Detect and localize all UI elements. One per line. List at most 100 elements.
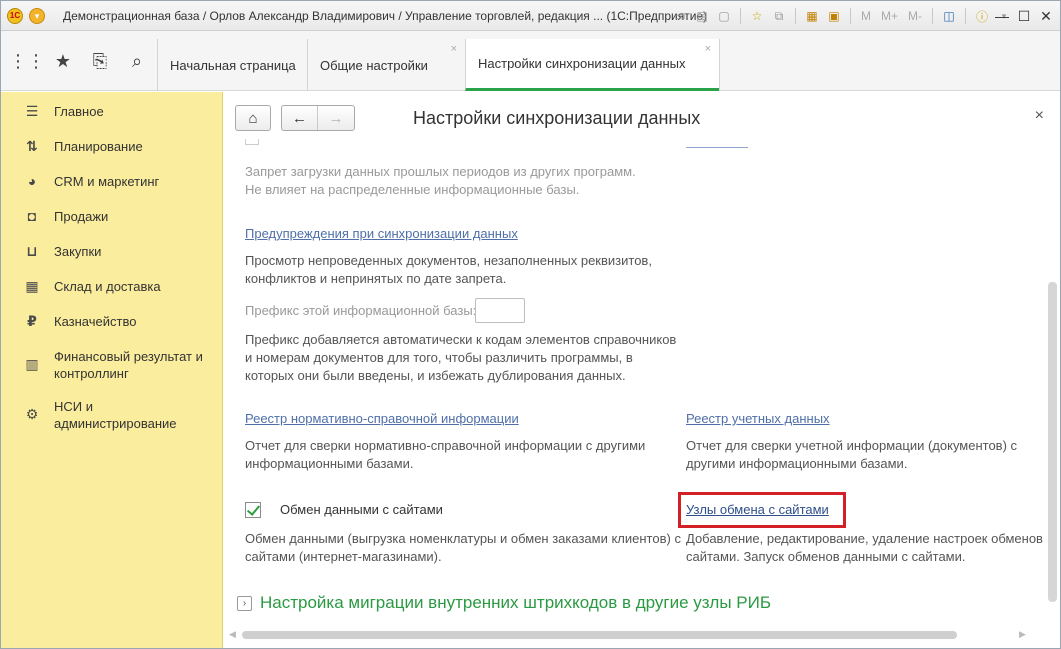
warnings-description: Просмотр непроведенных документов, незап… <box>245 253 652 286</box>
sidebar-item-label: Закупки <box>54 244 102 259</box>
form-panel: ⌂ ← → Настройки синхронизации данных × З… <box>224 92 1060 648</box>
close-tab-icon[interactable]: × <box>451 43 457 55</box>
sales-bag-icon: ◘ <box>27 208 37 224</box>
cut-off-row <box>245 139 259 145</box>
toolbar-divider <box>850 8 851 24</box>
sidebar-item-label: Планирование <box>54 139 143 154</box>
vertical-scrollbar[interactable] <box>1048 282 1057 602</box>
sidebar-item-purchases[interactable]: ⊔ Закупки <box>1 242 223 266</box>
toolbar-divider <box>932 8 934 24</box>
panel-layout-icon[interactable]: ◫ <box>940 7 958 25</box>
prefix-description: Префикс добавляется автоматически к кода… <box>245 332 677 383</box>
apps-grid-icon[interactable]: ⋮⋮ <box>9 31 45 91</box>
toolbar-divider <box>740 8 741 24</box>
history-nav: ← → <box>281 105 355 131</box>
sidebar-item-label: Склад и доставка <box>54 279 161 294</box>
tab-label: Настройки синхронизации данных <box>478 56 686 71</box>
sidebar-item-treasury[interactable]: ₽ Казначейство <box>1 312 223 336</box>
sidebar-item-planning[interactable]: ⇅ Планирование <box>1 137 223 161</box>
save-icon[interactable]: ▭ <box>671 7 689 25</box>
warehouse-icon: ▦ <box>25 277 39 294</box>
warnings-link[interactable]: Предупреждения при синхронизации данных <box>245 226 518 241</box>
sidebar-item-label: Главное <box>54 104 104 119</box>
sidebar-item-label: CRM и маркетинг <box>54 174 160 189</box>
toolbar-divider <box>795 8 796 24</box>
prefix-input[interactable] <box>475 298 525 323</box>
prefix-label: Префикс этой информационной базы: <box>245 303 477 318</box>
sidebar-item-label: Продажи <box>54 209 109 224</box>
site-exchange-description: Обмен данными (выгрузка номенклатуры и о… <box>245 531 681 564</box>
registry-accounting-description: Отчет для сверки учетной информации (док… <box>686 438 1018 471</box>
sections-bar: ⋮⋮ ★ ⎘ ⌕ Начальная страница Общие настро… <box>1 31 1060 91</box>
cut-off-link <box>686 147 748 148</box>
sidebar-item-label: Казначейство <box>54 314 137 329</box>
expand-icon[interactable]: › <box>237 596 252 611</box>
page-title: Настройки синхронизации данных <box>413 108 701 128</box>
horizontal-scrollbar[interactable] <box>242 631 957 639</box>
site-exchange-checkbox[interactable] <box>245 502 261 518</box>
tab-general-settings[interactable]: Общие настройки × <box>307 39 465 91</box>
tab-divider <box>719 39 720 91</box>
site-nodes-link[interactable]: Узлы обмена с сайтами <box>686 502 829 517</box>
calendar-icon[interactable]: ▣ <box>825 7 843 25</box>
tab-label: Начальная страница <box>170 57 296 73</box>
sidebar-item-label: НСИ и администрирование <box>54 399 177 431</box>
print-icon[interactable]: ▤ <box>693 7 711 25</box>
site-exchange-label[interactable]: Обмен данными с сайтами <box>280 502 443 517</box>
sidebar-item-main[interactable]: ☰ Главное <box>1 102 223 126</box>
maximize-icon[interactable]: ☐ <box>1013 6 1035 26</box>
memory-subtract-button[interactable]: M- <box>905 7 925 25</box>
star-icon[interactable]: ★ <box>45 31 81 91</box>
home-icon: ⌂ <box>248 109 258 127</box>
close-tab-icon[interactable]: × <box>705 43 711 55</box>
chart-icon: ▥ <box>25 355 39 372</box>
migration-group-title[interactable]: Настройка миграции внутренних штрихкодов… <box>260 593 771 613</box>
sidebar-item-crm[interactable]: ◕ CRM и маркетинг <box>1 172 223 196</box>
minimize-icon[interactable]: — <box>991 6 1013 26</box>
registry-nsi-description: Отчет для сверки нормативно-справочной и… <box>245 438 646 471</box>
ruble-icon: ₽ <box>27 312 37 329</box>
memory-add-button[interactable]: M+ <box>878 7 901 25</box>
form-navigation: ⌂ ← → <box>235 105 355 131</box>
main-menu-icon[interactable]: ▾ <box>29 8 45 24</box>
home-button[interactable]: ⌂ <box>235 105 271 131</box>
tab-sync-settings[interactable]: Настройки синхронизации данных × <box>465 39 719 91</box>
menu-icon: ☰ <box>25 102 39 119</box>
info-icon[interactable]: ⓘ <box>973 7 991 25</box>
crm-icon: ◕ <box>27 173 37 189</box>
sidebar-item-warehouse[interactable]: ▦ Склад и доставка <box>1 277 223 301</box>
title-toolbar: ▭ ▤ ▢ ☆ ⧉ ▦ ▣ M M+ M- ◫ ⓘ ▾ <box>671 6 1013 26</box>
calculator-icon[interactable]: ▦ <box>803 7 821 25</box>
tab-label: Общие настройки <box>320 57 428 73</box>
app-logo-icon[interactable]: 1C <box>7 8 23 24</box>
registry-accounting-link[interactable]: Реестр учетных данных <box>686 411 830 426</box>
back-arrow-icon[interactable]: ← <box>282 106 318 130</box>
window-title: Демонстрационная база / Орлов Александр … <box>63 9 708 23</box>
tab-home[interactable]: Начальная страница <box>157 39 307 91</box>
scroll-right-icon[interactable]: ▶ <box>1019 629 1026 640</box>
sidebar-item-sales[interactable]: ◘ Продажи <box>1 207 223 231</box>
sidebar: ☰ Главное ⇅ Планирование ◕ CRM и маркети… <box>1 92 223 648</box>
form-content: Запрет загрузки данных прошлых периодов … <box>224 139 1044 629</box>
favorites-add-icon[interactable]: ☆ <box>748 7 766 25</box>
title-bar: 1C ▾ Демонстрационная база / Орлов Алекс… <box>1 1 1060 31</box>
toolbar-divider <box>965 8 967 24</box>
sidebar-item-label: Финансовый результат и контроллинг <box>54 349 203 381</box>
history-icon[interactable]: ⎘ <box>82 31 118 91</box>
ban-description: Запрет загрузки данных прошлых периодов … <box>245 164 636 197</box>
sidebar-item-admin[interactable]: ⚙ НСИ и администрирование <box>1 397 223 437</box>
planning-icon: ⇅ <box>26 137 38 154</box>
registry-nsi-link[interactable]: Реестр нормативно-справочной информации <box>245 411 519 426</box>
sidebar-item-finance[interactable]: ▥ Финансовый результат и контроллинг <box>1 347 223 387</box>
cart-icon: ⊔ <box>26 242 38 259</box>
search-icon[interactable]: ⌕ <box>119 31 155 91</box>
preview-icon[interactable]: ▢ <box>715 7 733 25</box>
scroll-left-icon[interactable]: ◀ <box>229 629 236 640</box>
forward-arrow-icon[interactable]: → <box>318 106 354 130</box>
gear-icon: ⚙ <box>25 405 39 422</box>
close-form-icon[interactable]: × <box>1035 107 1044 125</box>
memory-button[interactable]: M <box>858 7 874 25</box>
app-window: 1C ▾ Демонстрационная база / Орлов Алекс… <box>0 0 1061 649</box>
close-window-icon[interactable]: ✕ <box>1035 6 1057 26</box>
link-icon[interactable]: ⧉ <box>770 7 788 25</box>
